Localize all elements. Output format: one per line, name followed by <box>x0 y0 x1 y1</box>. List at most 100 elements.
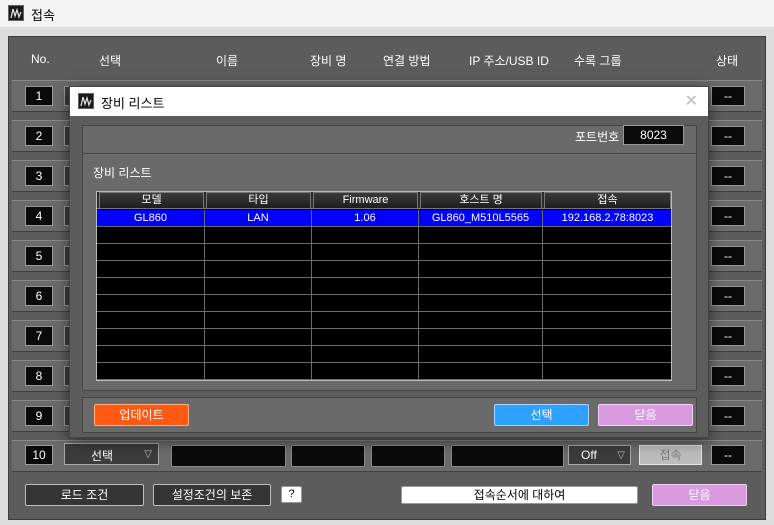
device-table-col-type[interactable]: 타입 <box>206 192 311 209</box>
table-row[interactable] <box>97 244 671 261</box>
table-row[interactable] <box>97 363 671 380</box>
table-cell-empty <box>97 244 205 261</box>
table-cell-empty <box>97 278 205 295</box>
table-cell-empty <box>97 295 205 312</box>
table-cell-empty <box>312 295 419 312</box>
device-table: 모델 타입 Firmware 호스트 명 접속 GL860 LAN 1.06 G… <box>96 191 672 381</box>
select-button[interactable]: 선택 <box>494 404 589 426</box>
app-logo-icon <box>78 93 94 109</box>
table-cell-empty <box>543 278 671 295</box>
table-cell-empty <box>312 244 419 261</box>
col-header-ip-usb: IP 주소/USB ID <box>469 54 549 68</box>
table-cell-empty <box>419 363 543 380</box>
col-header-select: 선택 <box>99 54 122 68</box>
device-table-header: 모델 타입 Firmware 호스트 명 접속 <box>97 192 671 209</box>
table-cell-empty <box>312 329 419 346</box>
table-cell-empty <box>543 312 671 329</box>
close-button[interactable]: 닫음 <box>652 484 747 506</box>
table-cell-empty <box>543 329 671 346</box>
row10-ip-field[interactable] <box>451 445 564 467</box>
row-number: 7 <box>25 326 53 346</box>
table-cell-empty <box>419 227 543 244</box>
load-conditions-button[interactable]: 로드 조건 <box>25 484 144 506</box>
table-cell-empty <box>97 346 205 363</box>
row-number: 5 <box>25 246 53 266</box>
table-row[interactable] <box>97 227 671 244</box>
table-cell-empty <box>312 278 419 295</box>
table-cell-empty <box>312 346 419 363</box>
device-table-col-model[interactable]: 모델 <box>99 192 204 209</box>
table-cell-empty <box>97 363 205 380</box>
device-list-label: 장비 리스트 <box>93 166 152 180</box>
table-row[interactable] <box>97 278 671 295</box>
table-cell-empty <box>312 261 419 278</box>
table-cell-empty <box>205 278 312 295</box>
row-status: -- <box>711 246 745 266</box>
table-cell-model: GL860 <box>97 210 205 227</box>
row10-select-dropdown[interactable]: 선택 ▽ <box>64 443 159 465</box>
window-title: 접속 <box>31 8 55 23</box>
device-table-col-firmware[interactable]: Firmware <box>313 192 418 209</box>
row-number: 4 <box>25 206 53 226</box>
help-button[interactable]: ? <box>281 486 302 503</box>
table-cell-empty <box>205 261 312 278</box>
table-cell-empty <box>205 346 312 363</box>
save-conditions-button[interactable]: 설정조건의 보존 <box>153 484 271 506</box>
row10-group-dropdown[interactable]: Off ▽ <box>568 445 631 465</box>
dialog-close-button[interactable]: 닫음 <box>598 404 693 426</box>
row-status: -- <box>711 366 745 386</box>
device-table-col-host[interactable]: 호스트 명 <box>420 192 542 209</box>
table-row[interactable] <box>97 312 671 329</box>
row10-name-field[interactable] <box>171 445 286 467</box>
table-cell-host: GL860_M510L5565 <box>419 210 543 227</box>
table-row[interactable] <box>97 261 671 278</box>
table-cell-empty <box>543 227 671 244</box>
row10-connect-button[interactable]: 접속 <box>639 445 702 465</box>
table-cell-empty <box>419 278 543 295</box>
update-button[interactable]: 업데이트 <box>94 404 189 426</box>
table-cell-empty <box>205 312 312 329</box>
table-cell-empty <box>312 363 419 380</box>
table-row[interactable]: GL860 LAN 1.06 GL860_M510L5565 192.168.2… <box>97 210 671 227</box>
table-cell-empty <box>543 244 671 261</box>
row-number: 3 <box>25 166 53 186</box>
table-cell-empty <box>97 261 205 278</box>
table-cell-empty <box>419 295 543 312</box>
device-table-col-connection[interactable]: 접속 <box>544 192 671 209</box>
table-cell-empty <box>543 295 671 312</box>
row-status: -- <box>711 166 745 186</box>
table-cell-empty <box>205 244 312 261</box>
row-number: 10 <box>25 445 53 465</box>
row-status: -- <box>711 445 745 465</box>
row-number: 1 <box>25 86 53 106</box>
table-row[interactable] <box>97 329 671 346</box>
table-cell-empty <box>205 227 312 244</box>
port-input[interactable]: 8023 <box>623 125 684 145</box>
row-status: -- <box>711 206 745 226</box>
dialog-title: 장비 리스트 <box>101 96 165 111</box>
row10-device-name-field[interactable] <box>291 445 365 467</box>
row-status: -- <box>711 406 745 426</box>
chevron-down-icon: ▽ <box>617 450 625 461</box>
col-header-connection-method: 연결 방법 <box>383 54 431 68</box>
table-cell-empty <box>419 329 543 346</box>
app-logo-icon <box>8 5 24 21</box>
row-status: -- <box>711 126 745 146</box>
table-row[interactable] <box>97 346 671 363</box>
table-cell-empty <box>205 329 312 346</box>
row-number: 8 <box>25 366 53 386</box>
close-icon[interactable]: ✕ <box>685 91 698 111</box>
row10-connection-method-field[interactable] <box>371 445 445 467</box>
table-cell-empty <box>312 227 419 244</box>
dialog-titlebar: 장비 리스트 ✕ <box>70 87 708 116</box>
chevron-down-icon: ▽ <box>144 449 152 460</box>
col-header-group: 수록 그룹 <box>574 54 622 68</box>
row-number: 9 <box>25 406 53 426</box>
table-cell-empty <box>97 312 205 329</box>
table-cell-firmware: 1.06 <box>312 210 419 227</box>
connection-guide-button[interactable]: 접속순서에 대하여 <box>401 486 638 504</box>
table-row[interactable] <box>97 295 671 312</box>
row-status: -- <box>711 286 745 306</box>
col-header-name: 이름 <box>216 54 239 68</box>
row10-group-label: Off <box>581 448 597 462</box>
